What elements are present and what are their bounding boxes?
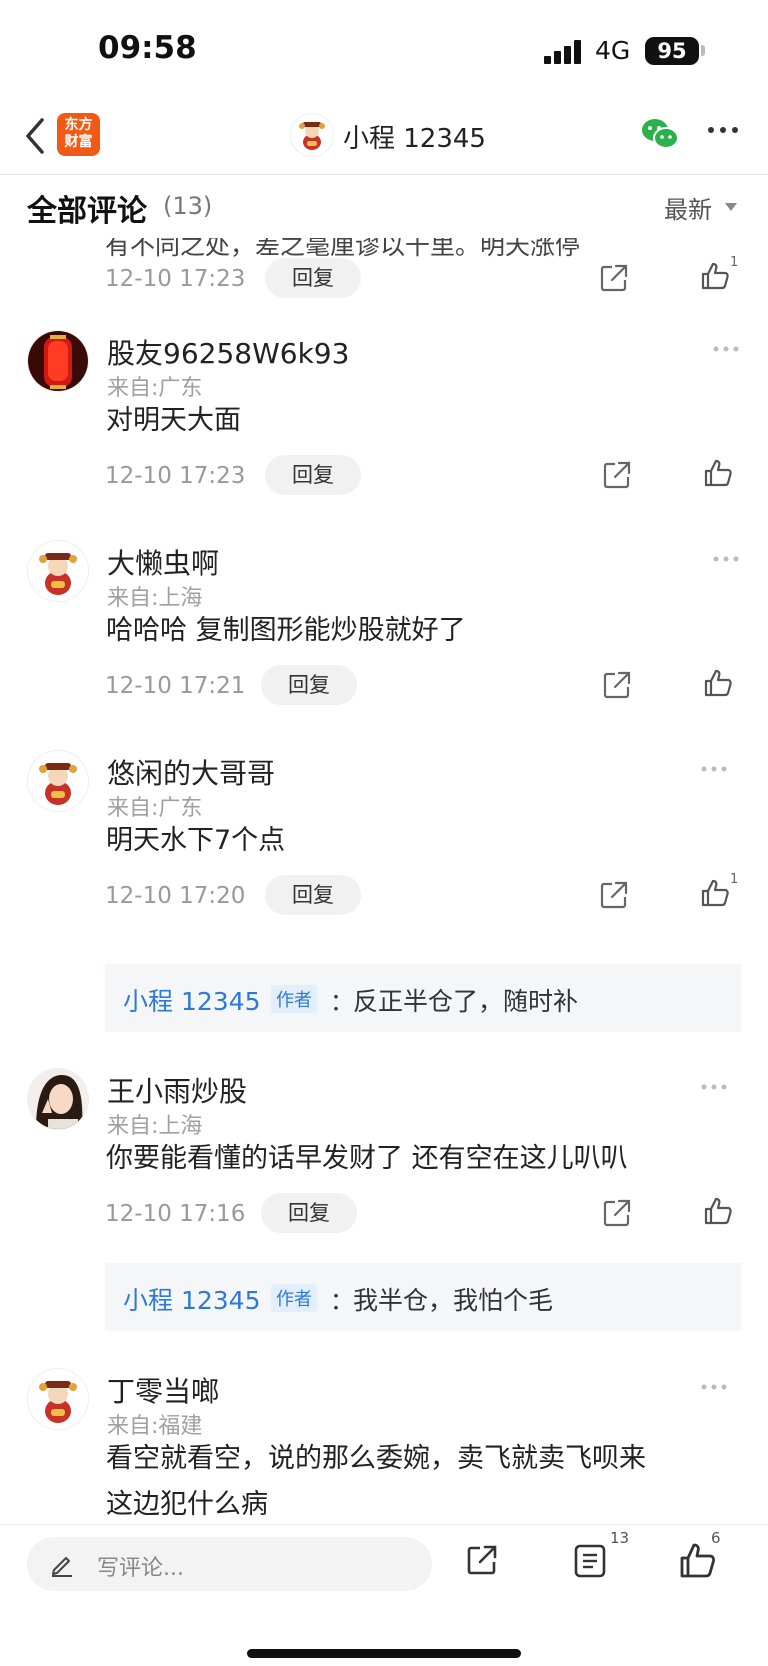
signal-icon (544, 40, 581, 64)
author-badge: 作者 (271, 985, 317, 1013)
thumb-up-icon (701, 879, 729, 907)
like-button[interactable]: 1 (700, 255, 740, 295)
user-avatar[interactable] (27, 540, 89, 602)
app-logo-line1: 东方 (64, 117, 93, 133)
thumb-up-icon (704, 669, 732, 697)
list-icon[interactable] (573, 1543, 607, 1579)
reply-button[interactable]: 回复 (261, 665, 357, 705)
dots-icon[interactable] (700, 1383, 728, 1391)
reply-text: 我半仓，我怕个毛 (353, 1286, 554, 1315)
comment-time: 12-10 17:16 (105, 1201, 246, 1227)
comment-input[interactable]: 写评论... (27, 1537, 432, 1591)
like-button[interactable] (703, 458, 743, 492)
thumb-up-icon (704, 459, 732, 487)
app-logo-line2: 财富 (64, 134, 93, 150)
thumb-up-icon (701, 262, 729, 290)
app-logo[interactable]: 东方 财富 (57, 113, 100, 156)
wechat-icon[interactable] (640, 116, 680, 152)
comment-meta: 12-10 17:23 回复 1 (105, 255, 745, 300)
author-reply[interactable]: 小程 12345 作者 ： 我半仓，我怕个毛 (105, 1263, 741, 1331)
username[interactable]: 大懒虫啊 (107, 542, 219, 582)
reply-button[interactable]: 回复 (261, 1193, 357, 1233)
dots-icon[interactable] (712, 345, 740, 353)
avatar-image (28, 541, 88, 601)
author-avatar[interactable] (290, 113, 334, 157)
thumb-up-icon (704, 1197, 732, 1225)
user-avatar[interactable] (27, 1368, 89, 1430)
like-count-badge: 6 (711, 1529, 721, 1547)
comment-time: 12-10 17:21 (105, 673, 246, 699)
share-icon[interactable] (602, 460, 632, 490)
page-title[interactable]: 小程 12345 (343, 118, 486, 155)
like-count: 1 (730, 255, 739, 270)
dots-icon[interactable] (712, 555, 740, 563)
comment-meta: 12-10 17:16 回复 (105, 1193, 745, 1235)
comment-meta: 12-10 17:20 回复 1 (105, 872, 745, 917)
battery-level: 95 (645, 37, 699, 65)
comment-content-line2: 这边犯什么病 (106, 1489, 268, 1520)
like-count: 1 (730, 872, 739, 887)
home-indicator[interactable] (247, 1649, 521, 1658)
status-bar: 09:58 4G 95 (0, 0, 768, 100)
avatar-image (28, 751, 88, 811)
reply-text: 反正半仓了，随时补 (353, 987, 579, 1016)
reply-author-name[interactable]: 小程 12345 (123, 1281, 260, 1317)
nav-bar: 东方 财富 小程 12345 (0, 100, 768, 175)
avatar-image (28, 1069, 88, 1129)
comment-content-line1: 看空就看空，说的那么委婉，卖飞就卖飞呗来 (106, 1443, 646, 1474)
dots-icon[interactable] (700, 1083, 728, 1091)
comment-content: 你要能看懂的话早发财了 还有空在这儿叭叭 (106, 1143, 628, 1174)
share-icon[interactable] (602, 1198, 632, 1228)
pencil-icon (52, 1557, 72, 1577)
username[interactable]: 股友96258W6k93 (107, 332, 349, 372)
comments-count: (13) (163, 192, 213, 220)
reply-button[interactable]: 回复 (265, 258, 361, 298)
comment-time: 12-10 17:23 (105, 266, 246, 292)
back-icon[interactable] (22, 114, 52, 158)
like-button[interactable]: 1 (700, 872, 740, 912)
username[interactable]: 悠闲的大哥哥 (107, 752, 275, 792)
caret-down-icon[interactable] (725, 203, 737, 212)
comment-time: 12-10 17:23 (105, 463, 246, 489)
username[interactable]: 王小雨炒股 (107, 1070, 247, 1110)
reply-colon: ： (330, 1287, 354, 1315)
user-avatar[interactable] (27, 750, 89, 812)
share-icon[interactable] (602, 670, 632, 700)
avatar-image (28, 1369, 88, 1429)
comment-time: 12-10 17:20 (105, 883, 246, 909)
network-type: 4G (595, 36, 631, 65)
reply-button[interactable]: 回复 (265, 875, 361, 915)
more-icon[interactable] (705, 123, 741, 137)
comment-content: 哈哈哈 复制图形能炒股就好了 (106, 615, 466, 646)
user-avatar[interactable] (27, 330, 89, 392)
share-icon[interactable] (465, 1543, 499, 1577)
battery-tip (701, 45, 705, 56)
comment-meta: 12-10 17:21 回复 (105, 665, 745, 707)
like-button[interactable] (703, 668, 743, 702)
status-time: 09:58 (98, 30, 197, 66)
user-avatar[interactable] (27, 1068, 89, 1130)
avatar-image (28, 331, 88, 391)
comment-meta: 12-10 17:23 回复 (105, 455, 745, 497)
reply-button[interactable]: 回复 (265, 455, 361, 495)
like-button[interactable] (703, 1196, 743, 1230)
author-badge: 作者 (271, 1284, 317, 1312)
reply-author-name[interactable]: 小程 12345 (123, 982, 260, 1018)
sort-dropdown[interactable]: 最新 (664, 190, 712, 225)
comment-content: 明天水下7个点 (106, 825, 286, 856)
comment-content: 对明天大面 (106, 405, 241, 436)
comments-header: 全部评论 (13) 最新 (0, 176, 768, 238)
comment-placeholder: 写评论... (97, 1556, 184, 1581)
author-reply[interactable]: 小程 12345 作者 ： 反正半仓了，随时补 (105, 964, 741, 1032)
comment-count-badge: 13 (610, 1529, 630, 1547)
share-icon[interactable] (599, 880, 629, 910)
reply-colon: ： (330, 988, 354, 1016)
username[interactable]: 丁零当啷 (107, 1370, 219, 1410)
comments-title: 全部评论 (27, 194, 147, 229)
bottom-bar: 写评论... 13 6 (0, 1524, 768, 1666)
share-icon[interactable] (599, 263, 629, 293)
dots-icon[interactable] (700, 765, 728, 773)
